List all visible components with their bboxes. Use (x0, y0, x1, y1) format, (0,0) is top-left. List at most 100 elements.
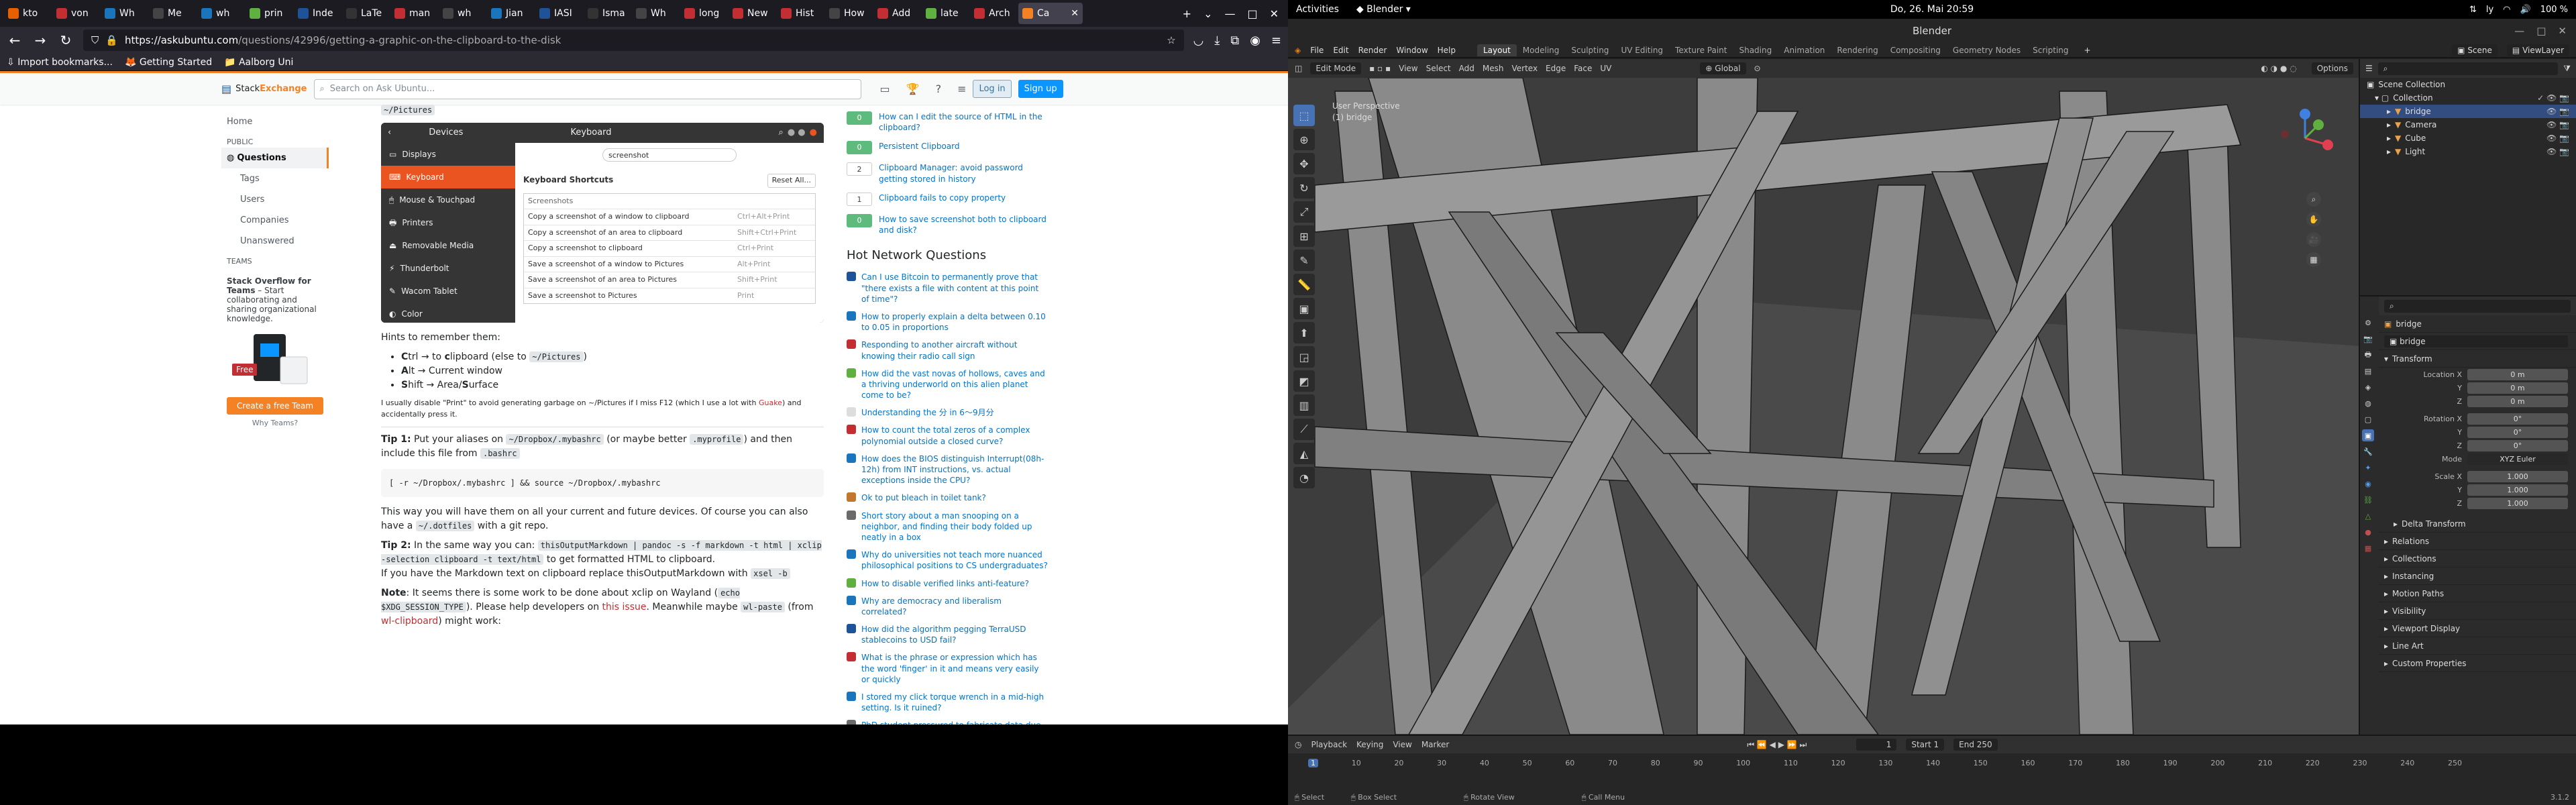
timeline-ruler[interactable]: 1 10 20 30 40 50 60 70 80 90 100 110 120 130 140 150 160… (1308, 759, 2462, 767)
downloads-icon[interactable]: ⤓ (1214, 34, 1220, 48)
hot-question[interactable]: Ok to put bleach in toilet tank? (847, 492, 1048, 503)
help-icon[interactable]: ? (936, 83, 942, 95)
hot-question[interactable]: PhD student pressured to fabricate data … (847, 720, 1048, 724)
options-menu[interactable]: Options (2311, 62, 2353, 74)
collection-tab-icon[interactable]: ▢ (2362, 413, 2374, 425)
minimize-icon[interactable]: — (1224, 7, 1235, 20)
rotate-tool-icon[interactable]: ↻ (1293, 177, 1315, 199)
viewport-face-menu[interactable]: Face (1574, 64, 1592, 73)
timeline-type-icon[interactable]: ◷ (1295, 740, 1301, 749)
site-logo[interactable]: ▤ StackExchange (221, 83, 307, 95)
object-tab-icon[interactable]: ▣ (2362, 429, 2374, 441)
close-icon[interactable]: ✕ (2558, 25, 2567, 37)
extrude-tool-icon[interactable]: ⬆ (1293, 322, 1315, 343)
hot-question[interactable]: How to count the total zeros of a comple… (847, 425, 1048, 446)
viewport-add-menu[interactable]: Add (1459, 64, 1474, 73)
lock-icon[interactable]: 🔒 (105, 34, 118, 46)
menu-edit[interactable]: Edit (1333, 46, 1348, 55)
outliner-item-camera[interactable]: ▸ ▼ Camera 👁 📷 (2360, 118, 2576, 131)
workspace-tab[interactable]: Geometry Nodes (1947, 44, 2027, 56)
scale-x[interactable]: Scale X 1.000 (2379, 470, 2576, 483)
tab-list-icon[interactable]: ⌄ (1203, 7, 1212, 20)
properties-section-header[interactable]: ▸ Viewport Display (2379, 620, 2576, 637)
workspace-tab[interactable]: UV Editing (1615, 44, 1669, 56)
select-tool-icon[interactable]: ⬚ (1293, 105, 1315, 126)
viewport-vertex-menu[interactable]: Vertex (1511, 64, 1538, 73)
properties-search[interactable]: ⌕ (2384, 299, 2571, 313)
filter-icon[interactable]: ⧩ (2563, 64, 2571, 74)
viewport-edge-menu[interactable]: Edge (1546, 64, 1566, 73)
rotation-y[interactable]: Y 0° (2379, 425, 2576, 439)
editor-type-icon[interactable]: ◫ (1295, 64, 1302, 73)
menu-help[interactable]: Help (1438, 46, 1456, 55)
current-frame[interactable]: 1 (1856, 739, 1897, 751)
output-tab-icon[interactable]: 🖶 (2362, 349, 2374, 361)
mode-selector[interactable]: Edit Mode (1310, 62, 1362, 74)
properties-section-header[interactable]: ▸ Delta Transform (2379, 515, 2576, 533)
minimize-icon[interactable]: — (2514, 25, 2524, 37)
clock[interactable]: Do, 26. Mai 20:59 (1890, 4, 1974, 15)
viewlayer-selector[interactable]: ▤ ViewLayer (2506, 44, 2569, 56)
hot-question[interactable]: Why are democracy and liberalism correla… (847, 595, 1048, 617)
modifier-tab-icon[interactable]: 🔧 (2362, 445, 2374, 458)
related-question[interactable]: 1 Clipboard fails to copy property (847, 192, 1048, 206)
properties-section-header[interactable]: ▸ Collections (2379, 550, 2576, 568)
workspace-tab[interactable]: Rendering (1831, 44, 1884, 56)
app-menu[interactable]: ◆ Blender ▾ (1356, 4, 1411, 15)
snap-icon[interactable]: ⊙ (1754, 64, 1761, 73)
hot-question[interactable]: Understanding the 分 in 6〜9月分 (847, 407, 1048, 418)
new-tab-icon[interactable]: + (1183, 7, 1191, 20)
hot-question[interactable]: How did the algorithm pegging TerraUSD s… (847, 624, 1048, 645)
workspace-tab[interactable]: Texture Paint (1669, 44, 1733, 56)
nav-users[interactable]: Users (221, 189, 329, 210)
properties-section-header[interactable]: ▸ Line Art (2379, 637, 2576, 655)
activities-button[interactable]: Activities (1296, 4, 1339, 15)
related-question-link[interactable]: How to save screenshot both to clipboard… (879, 214, 1048, 235)
browser-tab[interactable]: wh (197, 3, 246, 24)
signup-button[interactable]: Sign up (1018, 80, 1063, 98)
measure-tool-icon[interactable]: 📏 (1293, 274, 1315, 295)
bookmark-getting-started[interactable]: 🦊 Getting Started (125, 57, 212, 68)
related-question[interactable]: 0 Persistent Clipboard (847, 141, 1048, 155)
related-question[interactable]: 2 Clipboard Manager: avoid password getti… (847, 162, 1048, 184)
move-tool-icon[interactable]: ✥ (1293, 153, 1315, 174)
hot-question[interactable]: What is the phrase or expression which h… (847, 652, 1048, 685)
ortho-toggle-icon[interactable]: ▦ (2306, 252, 2321, 267)
zoom-icon[interactable]: ⌕ (2306, 192, 2321, 207)
inbox-icon[interactable]: ▭ (880, 83, 890, 95)
nav-unanswered[interactable]: Unanswered (221, 231, 329, 252)
playback-menu[interactable]: Playback (1311, 740, 1347, 749)
login-button[interactable]: Log in (973, 80, 1012, 98)
issue-link[interactable]: this issue (602, 602, 647, 612)
nav-questions[interactable]: ◍ Questions (221, 148, 329, 168)
location-x[interactable]: Location X0 m (2379, 368, 2576, 381)
spin-tool-icon[interactable]: ◔ (1293, 467, 1315, 488)
workspace-tab[interactable]: Modeling (1517, 44, 1566, 56)
browser-tab[interactable]: Hist (777, 3, 825, 24)
playback-controls[interactable]: ⏮ ⏪ ◀ ▶ ⏩ ⏭ (1747, 740, 1807, 750)
browser-tab[interactable]: von (52, 3, 101, 24)
constraints-tab-icon[interactable]: ⛓ (2362, 494, 2374, 506)
related-question[interactable]: 0 How to save screenshot both to clipboar… (847, 213, 1048, 235)
related-question-link[interactable]: How can I edit the source of HTML in the… (879, 111, 1048, 133)
achievements-icon[interactable]: 🏆 (906, 83, 920, 95)
hot-question[interactable]: How to properly explain a delta between … (847, 311, 1048, 333)
scene-tab-icon[interactable]: ◈ (2362, 381, 2374, 393)
location-y[interactable]: Y0 m (2379, 381, 2576, 394)
menu-icon[interactable]: ≡ (1271, 34, 1281, 48)
nav-companies[interactable]: Companies (221, 210, 329, 231)
account-icon[interactable]: ◉ (1250, 34, 1260, 48)
hot-question[interactable]: How does the BIOS distinguish Interrupt(… (847, 453, 1048, 486)
outliner-search[interactable]: ⌕ (2377, 62, 2559, 75)
hot-question[interactable]: I stored my click torque wrench in a mid… (847, 692, 1048, 713)
menu-file[interactable]: File (1310, 46, 1324, 55)
browser-tab[interactable]: IASI (535, 3, 584, 24)
hot-question[interactable]: How did the vast novas of hollows, caves… (847, 368, 1048, 401)
material-tab-icon[interactable]: ● (2362, 526, 2374, 538)
camera-view-icon[interactable]: 🎥 (2306, 232, 2321, 247)
workspace-tab[interactable]: Scripting (2027, 44, 2074, 56)
properties-section-header[interactable]: ▸ Custom Properties (2379, 655, 2576, 672)
rotation-z[interactable]: Z 0° (2379, 439, 2576, 452)
properties-section-header[interactable]: ▸ Relations (2379, 533, 2576, 550)
viewport-select-menu[interactable]: Select (1426, 64, 1451, 73)
